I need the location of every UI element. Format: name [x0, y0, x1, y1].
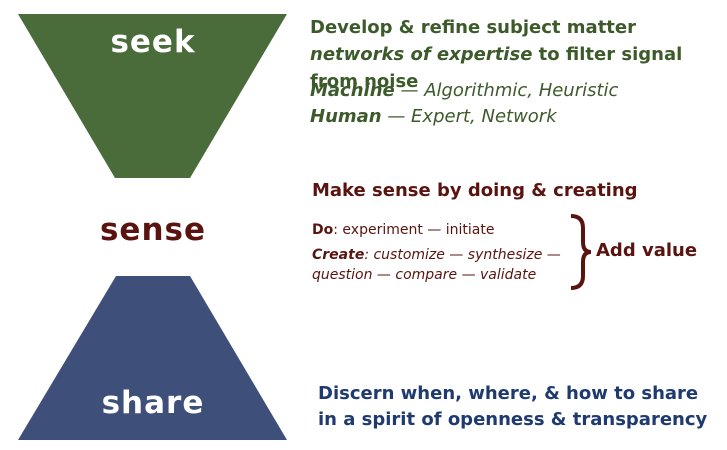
share-label: share [101, 385, 205, 421]
share-heading-line-2: in a spirit of openness & transparency [318, 409, 708, 430]
curly-brace-icon [570, 214, 592, 290]
machine-label: Machine [310, 80, 395, 101]
do-text: : experiment — initiate [333, 222, 495, 238]
sense-label: sense [99, 212, 207, 248]
machine-text: — Algorithmic, Heuristic [394, 80, 619, 101]
create-label: Create [312, 247, 365, 263]
seek-heading-text: Develop & refine subject matter [310, 17, 636, 38]
seek-heading-emphasis: networks of expertise [310, 44, 533, 65]
human-text: — Expert, Network [381, 106, 557, 127]
seek-human-row: Human — Expert, Network [310, 106, 557, 127]
sense-heading: Make sense by doing & creating [312, 180, 638, 201]
sense-create-row-2: question — compare — validate [312, 267, 537, 283]
share-heading: Discern when, where, & how to share in a… [318, 381, 718, 433]
sense-do-row: Do: experiment — initiate [312, 222, 494, 238]
human-label: Human [310, 106, 382, 127]
seek-label: seek [110, 24, 196, 60]
share-heading-line-1: Discern when, where, & how to share [318, 383, 699, 404]
do-label: Do [312, 222, 334, 238]
seek-machine-row: Machine — Algorithmic, Heuristic [310, 80, 618, 101]
sense-create-row: Create: customize — synthesize — [312, 247, 561, 263]
create-text: : customize — synthesize — [364, 247, 561, 263]
add-value-label: Add value [596, 240, 698, 261]
